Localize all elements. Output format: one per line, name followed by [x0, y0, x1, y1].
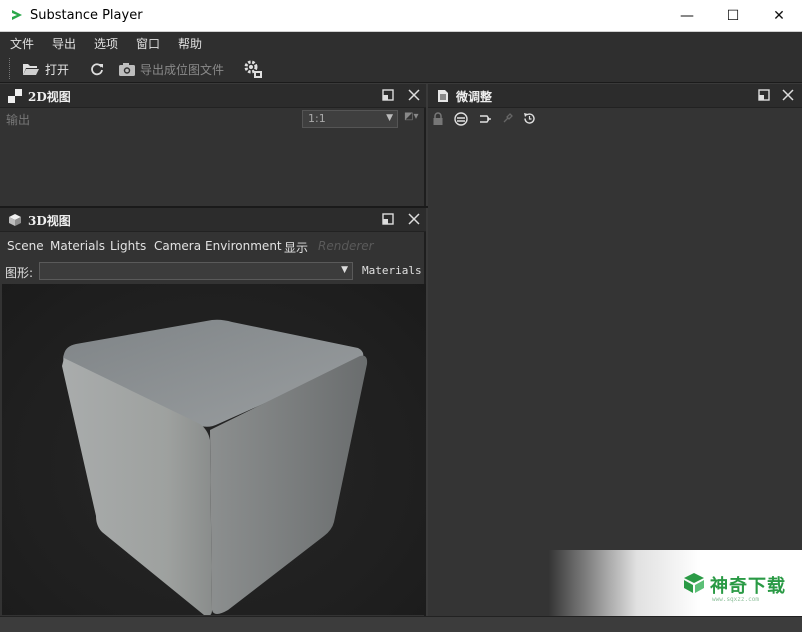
float-window-icon [758, 89, 770, 101]
rendered-cube [62, 319, 368, 615]
close-icon [408, 213, 420, 225]
tab-camera[interactable]: Camera [154, 239, 201, 253]
tab-renderer[interactable]: Renderer [318, 239, 374, 253]
minimize-button[interactable]: — [664, 0, 710, 31]
link-icon [454, 112, 468, 126]
link-output-button[interactable] [454, 112, 468, 129]
panel-2d-view: 2D视图 输出 1:1 ▼ ◩▾ [0, 84, 426, 207]
watermark: 神奇下载 www.sqxzz.com [548, 550, 802, 616]
panel-tweaks: 微调整 [428, 84, 802, 616]
chevron-down-icon: ▼ [341, 265, 348, 275]
tab-scene[interactable]: Scene [7, 239, 44, 253]
lock-button[interactable] [432, 112, 444, 129]
menu-help[interactable]: 帮助 [178, 35, 202, 52]
title-bar: Substance Player — ☐ ✕ [0, 0, 802, 32]
gear-icon [244, 60, 262, 78]
maximize-button[interactable]: ☐ [710, 0, 756, 31]
open-button[interactable]: 打开 [22, 59, 69, 79]
panel-3d-title: 3D视图 [28, 214, 71, 228]
viewport-3d[interactable] [2, 284, 426, 615]
menu-bar: 文件 导出 选项 窗口 帮助 [0, 32, 802, 54]
watermark-url: www.sqxzz.com [712, 596, 759, 603]
panel-tweaks-header: 微调整 [428, 84, 802, 108]
shape-combo[interactable]: ▼ [39, 262, 353, 280]
tab-environment[interactable]: Environment [205, 239, 282, 253]
status-bar [0, 616, 802, 632]
plug-icon [480, 115, 491, 123]
panel-tweaks-title: 微调整 [456, 90, 493, 104]
watermark-text: 神奇下载 [710, 576, 786, 597]
toolbar-grip[interactable] [9, 58, 12, 79]
export-bitmap-button[interactable]: 导出成位图文件 [118, 59, 224, 79]
open-label: 打开 [45, 62, 70, 77]
zoom-combo[interactable]: 1:1 ▼ [302, 110, 398, 128]
panel-3d-header: 3D视图 [0, 208, 426, 232]
tab-materials[interactable]: Materials [50, 239, 105, 253]
menu-options[interactable]: 选项 [94, 35, 118, 52]
cube-icon [9, 214, 21, 226]
camera-icon [119, 62, 135, 76]
chevron-down-icon: ▼ [386, 113, 393, 123]
menu-export[interactable]: 导出 [52, 35, 76, 52]
reset-icon [524, 113, 535, 124]
panel-3d-float-button[interactable] [380, 211, 396, 227]
close-button[interactable]: ✕ [756, 0, 802, 31]
pin-icon [503, 113, 513, 123]
window-title: Substance Player [30, 8, 143, 23]
toolbar: 打开 导出成位图文件 [0, 54, 802, 83]
pin-button[interactable] [502, 112, 514, 129]
substance-player-icon [12, 10, 22, 20]
tab-lights[interactable]: Lights [110, 239, 146, 253]
refresh-button[interactable] [90, 59, 104, 79]
output-label: 输出 [6, 113, 31, 127]
float-window-icon [382, 89, 394, 101]
shape-label: 图形: [5, 266, 34, 280]
panel-tweaks-close-button[interactable] [780, 87, 796, 103]
menu-file[interactable]: 文件 [10, 35, 34, 52]
folder-open-icon [23, 64, 39, 75]
panel-3d-close-button[interactable] [406, 211, 422, 227]
panel-2d-close-button[interactable] [406, 87, 422, 103]
refresh-icon [91, 63, 103, 76]
export-bitmap-label: 导出成位图文件 [140, 62, 225, 77]
watermark-logo-icon [684, 573, 704, 593]
materials-button[interactable]: Materials [362, 264, 422, 277]
menu-window[interactable]: 窗口 [136, 35, 160, 52]
lock-icon [433, 112, 443, 125]
close-icon [782, 89, 794, 101]
panel-2d-header: 2D视图 [0, 84, 426, 108]
panel-tweaks-float-button[interactable] [756, 87, 772, 103]
tab-display[interactable]: 显示 [284, 239, 308, 256]
zoom-value: 1:1 [308, 112, 326, 125]
connect-button[interactable] [478, 112, 492, 129]
reset-button[interactable] [522, 111, 537, 129]
panel-2d-title: 2D视图 [28, 90, 71, 104]
panel-2d-float-button[interactable] [380, 87, 396, 103]
float-window-icon [382, 213, 394, 225]
close-icon [408, 89, 420, 101]
settings-button[interactable] [242, 59, 264, 79]
flag-dropdown-icon[interactable]: ◩▾ [404, 111, 418, 122]
document-icon [438, 90, 448, 102]
checker-icon [8, 89, 22, 103]
